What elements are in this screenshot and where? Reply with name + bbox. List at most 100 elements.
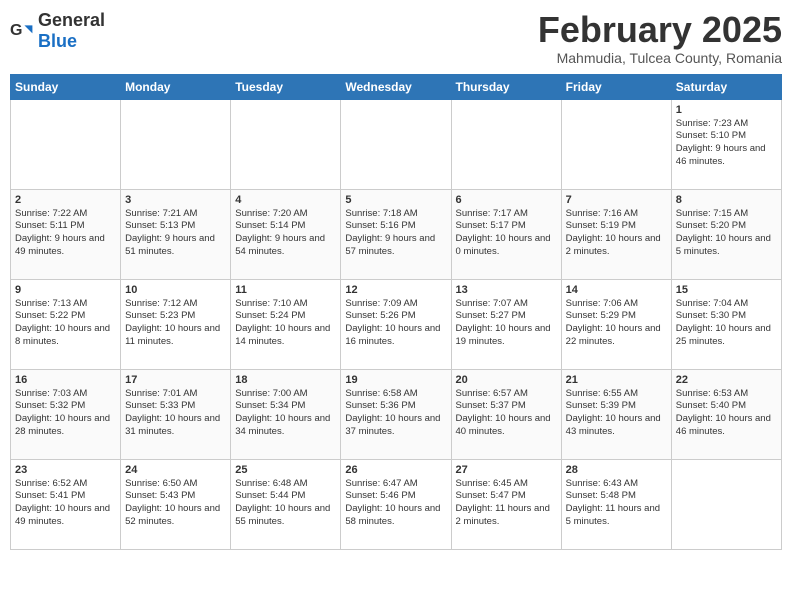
day-number: 3 <box>125 194 226 206</box>
day-number: 15 <box>676 284 777 296</box>
day-cell: 15 Sunrise: 7:04 AM Sunset: 5:30 PM Dayli… <box>671 279 781 369</box>
week-row-3: 9 Sunrise: 7:13 AM Sunset: 5:22 PM Daylig… <box>11 279 782 369</box>
day-info: Sunrise: 7:07 AM Sunset: 5:27 PM Dayligh… <box>456 298 557 349</box>
day-info: Sunrise: 7:00 AM Sunset: 5:34 PM Dayligh… <box>235 388 336 439</box>
day-info: Sunrise: 6:58 AM Sunset: 5:36 PM Dayligh… <box>345 388 446 439</box>
day-number: 5 <box>345 194 446 206</box>
day-number: 22 <box>676 374 777 386</box>
day-cell: 3 Sunrise: 7:21 AM Sunset: 5:13 PM Daylig… <box>121 189 231 279</box>
day-cell <box>231 99 341 189</box>
day-info: Sunrise: 6:57 AM Sunset: 5:37 PM Dayligh… <box>456 388 557 439</box>
day-info: Sunrise: 7:03 AM Sunset: 5:32 PM Dayligh… <box>15 388 116 439</box>
day-cell: 25 Sunrise: 6:48 AM Sunset: 5:44 PM Dayli… <box>231 459 341 549</box>
day-number: 17 <box>125 374 226 386</box>
day-cell: 18 Sunrise: 7:00 AM Sunset: 5:34 PM Dayli… <box>231 369 341 459</box>
day-cell: 6 Sunrise: 7:17 AM Sunset: 5:17 PM Daylig… <box>451 189 561 279</box>
day-info: Sunrise: 7:10 AM Sunset: 5:24 PM Dayligh… <box>235 298 336 349</box>
day-cell: 13Sunrise: 7:07 AM Sunset: 5:27 PM Dayli… <box>451 279 561 369</box>
day-number: 27 <box>456 464 557 476</box>
day-info: Sunrise: 6:47 AM Sunset: 5:46 PM Dayligh… <box>345 478 446 529</box>
day-number: 2 <box>15 194 116 206</box>
day-cell: 17 Sunrise: 7:01 AM Sunset: 5:33 PM Dayli… <box>121 369 231 459</box>
day-number: 26 <box>345 464 446 476</box>
day-cell <box>671 459 781 549</box>
day-info: Sunrise: 7:20 AM Sunset: 5:14 PM Dayligh… <box>235 208 336 259</box>
day-number: 21 <box>566 374 667 386</box>
day-number: 7 <box>566 194 667 206</box>
day-number: 24 <box>125 464 226 476</box>
weekday-header-monday: Monday <box>121 74 231 99</box>
title-block: February 2025 Mahmudia, Tulcea County, R… <box>538 10 782 66</box>
day-info: Sunrise: 7:13 AM Sunset: 5:22 PM Dayligh… <box>15 298 116 349</box>
day-number: 18 <box>235 374 336 386</box>
day-cell <box>451 99 561 189</box>
day-info: Sunrise: 7:17 AM Sunset: 5:17 PM Dayligh… <box>456 208 557 259</box>
day-cell: 23Sunrise: 6:52 AM Sunset: 5:41 PM Dayli… <box>11 459 121 549</box>
svg-text:G: G <box>10 22 22 39</box>
week-row-5: 23Sunrise: 6:52 AM Sunset: 5:41 PM Dayli… <box>11 459 782 549</box>
day-cell <box>341 99 451 189</box>
day-cell: 19 Sunrise: 6:58 AM Sunset: 5:36 PM Dayli… <box>341 369 451 459</box>
day-number: 1 <box>676 104 777 116</box>
day-info: Sunrise: 6:53 AM Sunset: 5:40 PM Dayligh… <box>676 388 777 439</box>
day-number: 25 <box>235 464 336 476</box>
day-number: 23 <box>15 464 116 476</box>
calendar-table: SundayMondayTuesdayWednesdayThursdayFrid… <box>10 74 782 550</box>
weekday-header-wednesday: Wednesday <box>341 74 451 99</box>
day-cell <box>121 99 231 189</box>
day-info: Sunrise: 7:12 AM Sunset: 5:23 PM Dayligh… <box>125 298 226 349</box>
week-row-2: 2 Sunrise: 7:22 AM Sunset: 5:11 PM Daylig… <box>11 189 782 279</box>
day-cell: 28 Sunrise: 6:43 AM Sunset: 5:48 PM Dayli… <box>561 459 671 549</box>
day-number: 9 <box>15 284 116 296</box>
day-cell: 20 Sunrise: 6:57 AM Sunset: 5:37 PM Dayli… <box>451 369 561 459</box>
day-cell: 5 Sunrise: 7:18 AM Sunset: 5:16 PM Daylig… <box>341 189 451 279</box>
weekday-header-thursday: Thursday <box>451 74 561 99</box>
day-info: Sunrise: 7:23 AM Sunset: 5:10 PM Dayligh… <box>676 118 777 169</box>
day-cell: 27 Sunrise: 6:45 AM Sunset: 5:47 PM Dayli… <box>451 459 561 549</box>
day-number: 6 <box>456 194 557 206</box>
day-cell <box>561 99 671 189</box>
weekday-header-saturday: Saturday <box>671 74 781 99</box>
logo-general-text: General <box>38 10 105 30</box>
day-cell: 21 Sunrise: 6:55 AM Sunset: 5:39 PM Dayli… <box>561 369 671 459</box>
day-cell: 12Sunrise: 7:09 AM Sunset: 5:26 PM Dayli… <box>341 279 451 369</box>
day-cell: 22 Sunrise: 6:53 AM Sunset: 5:40 PM Dayli… <box>671 369 781 459</box>
day-number: 10 <box>125 284 226 296</box>
weekday-header-row: SundayMondayTuesdayWednesdayThursdayFrid… <box>11 74 782 99</box>
day-cell <box>11 99 121 189</box>
day-number: 28 <box>566 464 667 476</box>
day-number: 14 <box>566 284 667 296</box>
day-info: Sunrise: 6:48 AM Sunset: 5:44 PM Dayligh… <box>235 478 336 529</box>
weekday-header-friday: Friday <box>561 74 671 99</box>
day-info: Sunrise: 7:18 AM Sunset: 5:16 PM Dayligh… <box>345 208 446 259</box>
day-cell: 10 Sunrise: 7:12 AM Sunset: 5:23 PM Dayli… <box>121 279 231 369</box>
day-info: Sunrise: 6:45 AM Sunset: 5:47 PM Dayligh… <box>456 478 557 529</box>
logo-icon: G <box>10 19 34 43</box>
day-cell: 4Sunrise: 7:20 AM Sunset: 5:14 PM Daylig… <box>231 189 341 279</box>
location-subtitle: Mahmudia, Tulcea County, Romania <box>538 50 782 66</box>
day-info: Sunrise: 6:43 AM Sunset: 5:48 PM Dayligh… <box>566 478 667 529</box>
day-number: 16 <box>15 374 116 386</box>
logo-blue-text: Blue <box>38 31 77 51</box>
day-cell: 11 Sunrise: 7:10 AM Sunset: 5:24 PM Dayli… <box>231 279 341 369</box>
day-cell: 16 Sunrise: 7:03 AM Sunset: 5:32 PM Dayli… <box>11 369 121 459</box>
day-cell: 8Sunrise: 7:15 AM Sunset: 5:20 PM Daylig… <box>671 189 781 279</box>
weekday-header-tuesday: Tuesday <box>231 74 341 99</box>
day-info: Sunrise: 7:01 AM Sunset: 5:33 PM Dayligh… <box>125 388 226 439</box>
day-info: Sunrise: 6:55 AM Sunset: 5:39 PM Dayligh… <box>566 388 667 439</box>
day-number: 20 <box>456 374 557 386</box>
day-info: Sunrise: 7:22 AM Sunset: 5:11 PM Dayligh… <box>15 208 116 259</box>
day-number: 11 <box>235 284 336 296</box>
day-info: Sunrise: 7:21 AM Sunset: 5:13 PM Dayligh… <box>125 208 226 259</box>
day-info: Sunrise: 7:06 AM Sunset: 5:29 PM Dayligh… <box>566 298 667 349</box>
day-info: Sunrise: 7:04 AM Sunset: 5:30 PM Dayligh… <box>676 298 777 349</box>
day-number: 19 <box>345 374 446 386</box>
page-header: G General Blue February 2025 Mahmudia, T… <box>10 10 782 66</box>
logo: G General Blue <box>10 10 105 52</box>
day-info: Sunrise: 7:16 AM Sunset: 5:19 PM Dayligh… <box>566 208 667 259</box>
day-info: Sunrise: 6:50 AM Sunset: 5:43 PM Dayligh… <box>125 478 226 529</box>
weekday-header-sunday: Sunday <box>11 74 121 99</box>
day-cell: 7 Sunrise: 7:16 AM Sunset: 5:19 PM Daylig… <box>561 189 671 279</box>
day-cell: 1 Sunrise: 7:23 AM Sunset: 5:10 PM Daylig… <box>671 99 781 189</box>
day-cell: 26 Sunrise: 6:47 AM Sunset: 5:46 PM Dayli… <box>341 459 451 549</box>
